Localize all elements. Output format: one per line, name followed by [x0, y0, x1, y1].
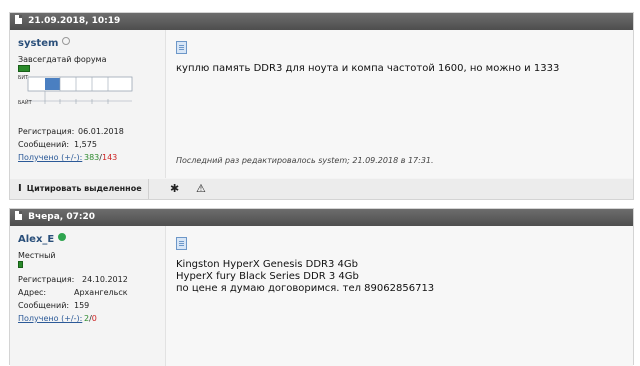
message-line: куплю память DDR3 для ноута и компа част…: [176, 63, 560, 74]
post-date: Вчера, 07:20: [28, 212, 95, 222]
reputation-link[interactable]: Получено (+/-):: [18, 153, 82, 162]
post-header: 21.09.2018, 10:19: [10, 13, 633, 30]
message-line: HyperX fury Black Series DDR 3 4Gb: [176, 271, 359, 282]
post-date: 21.09.2018, 10:19: [28, 16, 121, 26]
document-icon: [176, 41, 187, 54]
star-icon[interactable]: ✱: [170, 179, 179, 199]
posts-label: Сообщений:: [18, 301, 70, 310]
reg-date-row: Регистрация: 24.10.2012: [18, 275, 128, 284]
address-label: Адрес:: [18, 288, 47, 297]
user-sidebar: system Завсегдатай форума БИТ БАЙТ Регис…: [10, 30, 165, 178]
username-text[interactable]: Alex_E: [18, 234, 54, 245]
message-line: Kingston HyperX Genesis DDR3 4Gb: [176, 259, 358, 270]
username[interactable]: system: [18, 37, 71, 49]
address-value: Архангельск: [74, 288, 128, 297]
quote-selected-button[interactable]: I Цитировать выделенное: [18, 179, 149, 199]
byte-label: БАЙТ: [18, 99, 33, 106]
bit-label: БИТ: [18, 75, 29, 81]
posts-value: 1,575: [74, 140, 97, 149]
reg-value: 06.01.2018: [78, 127, 124, 136]
reputation-row: Получено (+/-): 383/143: [18, 153, 117, 162]
reputation-positive: 383: [84, 153, 100, 162]
reg-value: 24.10.2012: [82, 275, 128, 284]
username-text[interactable]: system: [18, 38, 58, 49]
post-content: Kingston HyperX Genesis DDR3 4Gb HyperX …: [165, 226, 633, 366]
warning-icon[interactable]: ⚠: [196, 179, 206, 199]
quote-label: Цитировать выделенное: [26, 184, 142, 193]
reputation-row: Получено (+/-): 2/0: [18, 314, 97, 323]
document-icon: [176, 237, 187, 250]
post-header: Вчера, 07:20: [10, 209, 633, 226]
cursor-icon: I: [18, 183, 22, 194]
post-content: куплю память DDR3 для ноута и компа част…: [165, 30, 633, 178]
online-status-icon: [58, 233, 67, 241]
user-title: Завсегдатай форума: [18, 55, 107, 64]
post-actions-bar: I Цитировать выделенное ✱ ⚠: [9, 179, 634, 200]
post-body: Alex_E Местный Регистрация: 24.10.2012 А…: [10, 226, 633, 366]
reg-label: Регистрация:: [18, 275, 75, 284]
bit-byte-indicator: БИТ БАЙТ: [18, 75, 133, 106]
reg-date-row: Регистрация: 06.01.2018: [18, 127, 124, 136]
posts-count-row: Сообщений: 159: [18, 301, 89, 310]
post-1: 21.09.2018, 10:19 system Завсегдатай фор…: [9, 12, 634, 180]
username[interactable]: Alex_E: [18, 233, 67, 245]
user-sidebar: Alex_E Местный Регистрация: 24.10.2012 А…: [10, 226, 165, 366]
reputation-bar: [18, 65, 30, 72]
posts-value: 159: [74, 301, 90, 310]
reputation-negative: 143: [101, 153, 118, 162]
posts-count-row: Сообщений: 1,575: [18, 140, 97, 149]
reputation-link[interactable]: Получено (+/-):: [18, 314, 82, 323]
reputation-negative: 0: [91, 314, 97, 323]
post-2: Вчера, 07:20 Alex_E Местный Регистрация:…: [9, 208, 634, 366]
post-icon: [15, 15, 22, 24]
reputation-bar: [18, 261, 23, 268]
post-body: system Завсегдатай форума БИТ БАЙТ Регис…: [10, 30, 633, 178]
edited-note: Последний раз редактировалось system; 21…: [176, 156, 434, 165]
posts-label: Сообщений:: [18, 140, 70, 149]
address-row: Адрес: Архангельск: [18, 288, 128, 297]
message-line: по цене я думаю договоримся. тел 8906285…: [176, 283, 435, 294]
user-title: Местный: [18, 251, 56, 260]
post-icon: [15, 211, 22, 220]
reg-label: Регистрация:: [18, 127, 75, 136]
offline-status-icon: [62, 37, 71, 45]
